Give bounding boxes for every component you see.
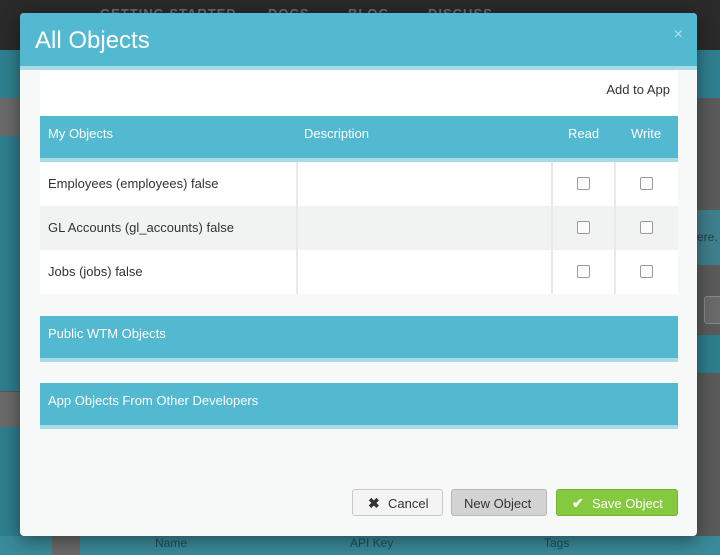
modal-header: All Objects × [20,13,697,70]
save-object-button-label: Save Object [592,496,663,511]
x-icon: ✖ [368,495,380,511]
background-block [0,136,20,391]
object-name-cell: GL Accounts (gl_accounts) false [40,206,298,250]
all-objects-modal: All Objects × Add to App My Objects Desc… [20,13,697,536]
background-text: ere. [697,230,718,244]
cancel-button[interactable]: ✖ Cancel [352,489,443,516]
new-object-button-label: New Object [464,496,532,511]
read-checkbox[interactable] [577,177,590,190]
new-object-button[interactable]: New Object [451,489,547,516]
header-read: Read [568,126,600,141]
add-to-app-row: Add to App [40,70,678,116]
object-name: Employees (employees) false [48,176,219,191]
background-button [704,296,720,324]
write-cell [616,206,678,250]
background-band-right [697,335,720,373]
background-table-header: Name API Key Tags [0,536,720,555]
table-row: Jobs (jobs) false [40,250,678,294]
header-description: Description [304,126,370,141]
header-write: Write [631,126,662,141]
background-col-tags: Tags [544,536,570,550]
read-checkbox[interactable] [577,221,590,234]
save-object-button[interactable]: ✔ Save Object [556,489,678,516]
modal-title: All Objects [35,27,150,54]
app-objects-other-developers-section[interactable]: App Objects From Other Developers [40,383,678,429]
background-col-name: Name [155,536,188,550]
header-my-objects: My Objects [48,126,114,141]
public-wtm-objects-label: Public WTM Objects [48,326,166,341]
public-wtm-objects-section[interactable]: Public WTM Objects [40,316,678,362]
table-row: GL Accounts (gl_accounts) false [40,206,678,250]
read-cell [553,250,616,294]
background-block [0,392,20,427]
read-checkbox[interactable] [577,265,590,278]
write-cell [616,250,678,294]
cancel-button-label: Cancel [388,496,429,511]
my-objects-table: My Objects Description Read Write Employ… [40,116,678,294]
object-name: Jobs (jobs) false [48,264,143,279]
check-icon: ✔ [572,495,584,511]
background-block [52,536,80,555]
write-checkbox[interactable] [640,177,653,190]
background-col-api-key: API Key [350,536,394,550]
object-name-cell: Employees (employees) false [40,162,298,206]
write-checkbox[interactable] [640,265,653,278]
object-name-cell: Jobs (jobs) false [40,250,298,294]
object-description-cell [298,206,553,250]
object-description-cell [298,162,553,206]
object-description-cell [298,250,553,294]
close-icon[interactable]: × [674,26,683,44]
add-to-app-label: Add to App [606,82,670,97]
object-name: GL Accounts (gl_accounts) false [48,220,234,235]
read-cell [553,162,616,206]
background-block [0,98,20,136]
table-row: Employees (employees) false [40,162,678,206]
write-cell [616,162,678,206]
write-checkbox[interactable] [640,221,653,234]
read-cell [553,206,616,250]
table-header: My Objects Description Read Write [40,116,678,162]
app-objects-other-developers-label: App Objects From Other Developers [48,393,259,408]
